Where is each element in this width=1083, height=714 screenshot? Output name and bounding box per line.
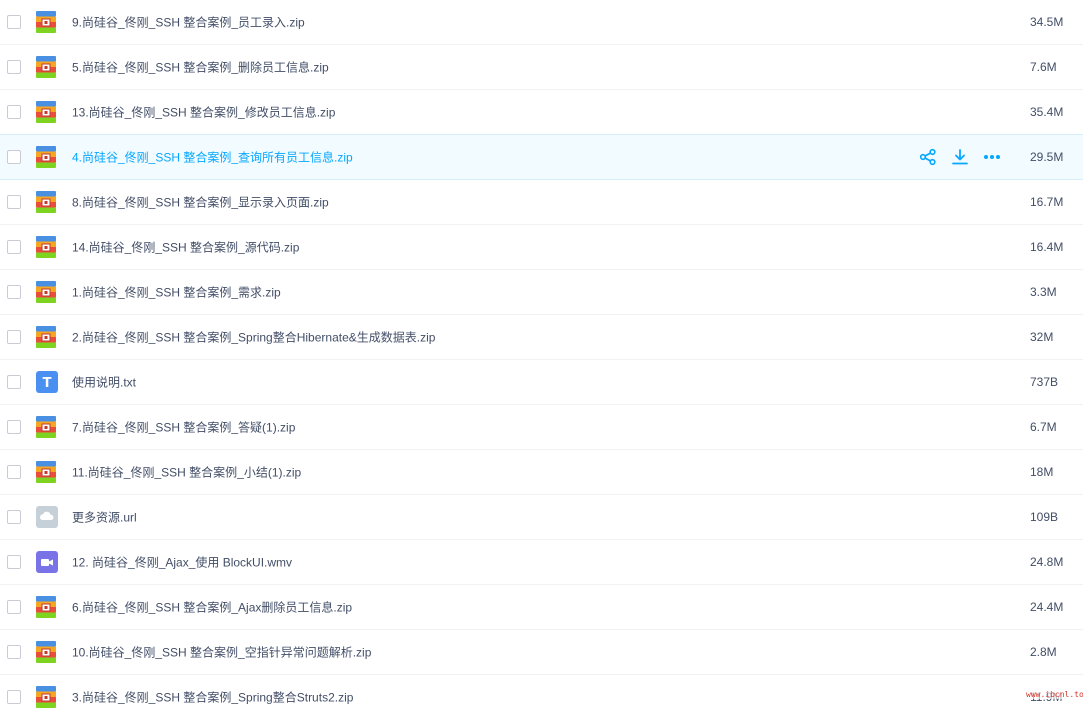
zip-file-icon	[36, 686, 56, 708]
file-size: 7.6M	[1030, 60, 1057, 74]
file-name[interactable]: 13.尚硅谷_佟刚_SSH 整合案例_修改员工信息.zip	[72, 104, 335, 121]
row-checkbox[interactable]	[7, 375, 21, 389]
share-icon[interactable]	[918, 147, 938, 167]
file-name[interactable]: 4.尚硅谷_佟刚_SSH 整合案例_查询所有员工信息.zip	[72, 149, 353, 166]
file-size: 737B	[1030, 375, 1059, 389]
file-name[interactable]: 3.尚硅谷_佟刚_SSH 整合案例_Spring整合Struts2.zip	[72, 689, 353, 706]
file-name[interactable]: 5.尚硅谷_佟刚_SSH 整合案例_删除员工信息.zip	[72, 59, 329, 76]
file-row[interactable]: 3.尚硅谷_佟刚_SSH 整合案例_Spring整合Struts2.zip11.…	[0, 675, 1083, 714]
file-row[interactable]: 14.尚硅谷_佟刚_SSH 整合案例_源代码.zip 16.4M	[0, 225, 1083, 270]
file-name[interactable]: 2.尚硅谷_佟刚_SSH 整合案例_Spring整合Hibernate&生成数据…	[72, 329, 435, 346]
file-row[interactable]: 4.尚硅谷_佟刚_SSH 整合案例_查询所有员工信息.zip 29.5M	[0, 134, 1083, 180]
file-row[interactable]: 9.尚硅谷_佟刚_SSH 整合案例_员工录入.zip 34.5M	[0, 0, 1083, 45]
row-checkbox[interactable]	[7, 240, 21, 254]
file-size: 32M	[1030, 330, 1054, 344]
file-name[interactable]: 使用说明.txt	[72, 374, 136, 391]
row-checkbox[interactable]	[7, 645, 21, 659]
file-name[interactable]: 12. 尚硅谷_佟刚_Ajax_使用 BlockUI.wmv	[72, 554, 292, 571]
file-size: 24.4M	[1030, 600, 1064, 614]
row-checkbox[interactable]	[7, 510, 21, 524]
file-row[interactable]: 13.尚硅谷_佟刚_SSH 整合案例_修改员工信息.zip 35.4M	[0, 90, 1083, 135]
download-icon[interactable]	[950, 147, 970, 167]
file-name[interactable]: 11.尚硅谷_佟刚_SSH 整合案例_小结(1).zip	[72, 464, 301, 481]
row-checkbox[interactable]	[7, 465, 21, 479]
zip-file-icon	[36, 461, 56, 483]
file-size: 35.4M	[1030, 105, 1064, 119]
file-name[interactable]: 10.尚硅谷_佟刚_SSH 整合案例_空指针异常问题解析.zip	[72, 644, 371, 661]
row-checkbox[interactable]	[7, 105, 21, 119]
zip-file-icon	[36, 146, 56, 168]
link-file-icon	[36, 506, 58, 528]
file-size: 6.7M	[1030, 420, 1057, 434]
zip-file-icon	[36, 641, 56, 663]
file-name[interactable]: 14.尚硅谷_佟刚_SSH 整合案例_源代码.zip	[72, 239, 299, 256]
more-icon[interactable]	[982, 147, 1002, 167]
row-checkbox[interactable]	[7, 555, 21, 569]
file-size: 34.5M	[1030, 15, 1064, 29]
file-size: 109B	[1030, 510, 1059, 524]
video-file-icon	[36, 551, 58, 573]
row-checkbox[interactable]	[7, 195, 21, 209]
file-row[interactable]: 5.尚硅谷_佟刚_SSH 整合案例_删除员工信息.zip 7.6M	[0, 45, 1083, 90]
row-actions	[918, 147, 1014, 167]
file-row[interactable]: 1.尚硅谷_佟刚_SSH 整合案例_需求.zip 3.3M	[0, 270, 1083, 315]
row-checkbox[interactable]	[7, 690, 21, 704]
svg-text:T: T	[43, 376, 52, 391]
watermark: www.ibcnl.top	[1026, 690, 1083, 699]
file-name[interactable]: 9.尚硅谷_佟刚_SSH 整合案例_员工录入.zip	[72, 14, 305, 31]
zip-file-icon	[36, 101, 56, 123]
zip-file-icon	[36, 416, 56, 438]
file-row[interactable]: 8.尚硅谷_佟刚_SSH 整合案例_显示录入页面.zip 16.7M	[0, 180, 1083, 225]
zip-file-icon	[36, 191, 56, 213]
zip-file-icon	[36, 596, 56, 618]
file-row[interactable]: 7.尚硅谷_佟刚_SSH 整合案例_答疑(1).zip 6.7M	[0, 405, 1083, 450]
zip-file-icon	[36, 236, 56, 258]
file-name[interactable]: 6.尚硅谷_佟刚_SSH 整合案例_Ajax删除员工信息.zip	[72, 599, 352, 616]
file-row[interactable]: 2.尚硅谷_佟刚_SSH 整合案例_Spring整合Hibernate&生成数据…	[0, 315, 1083, 360]
row-checkbox[interactable]	[7, 330, 21, 344]
row-checkbox[interactable]	[7, 600, 21, 614]
file-row[interactable]: 11.尚硅谷_佟刚_SSH 整合案例_小结(1).zip 18M	[0, 450, 1083, 495]
file-row[interactable]: 12. 尚硅谷_佟刚_Ajax_使用 BlockUI.wmv 24.8M	[0, 540, 1083, 585]
file-row[interactable]: T 使用说明.txt 737B	[0, 360, 1083, 405]
zip-file-icon	[36, 281, 56, 303]
file-size: 16.7M	[1030, 195, 1064, 209]
zip-file-icon	[36, 326, 56, 348]
file-size: 2.8M	[1030, 645, 1057, 659]
file-size: 3.3M	[1030, 285, 1057, 299]
file-size: 18M	[1030, 465, 1054, 479]
file-row[interactable]: 更多资源.url 109B	[0, 495, 1083, 540]
row-checkbox[interactable]	[7, 15, 21, 29]
file-name[interactable]: 更多资源.url	[72, 509, 137, 526]
file-size: 29.5M	[1030, 150, 1064, 164]
file-row[interactable]: 6.尚硅谷_佟刚_SSH 整合案例_Ajax删除员工信息.zip 24.4M	[0, 585, 1083, 630]
row-checkbox[interactable]	[7, 285, 21, 299]
file-name[interactable]: 1.尚硅谷_佟刚_SSH 整合案例_需求.zip	[72, 284, 281, 301]
file-size: 24.8M	[1030, 555, 1064, 569]
file-list: 9.尚硅谷_佟刚_SSH 整合案例_员工录入.zip 34.5M 5.尚硅谷_佟刚…	[0, 0, 1083, 714]
file-name[interactable]: 7.尚硅谷_佟刚_SSH 整合案例_答疑(1).zip	[72, 419, 295, 436]
file-name[interactable]: 8.尚硅谷_佟刚_SSH 整合案例_显示录入页面.zip	[72, 194, 329, 211]
text-file-icon: T	[36, 371, 58, 393]
file-size: 16.4M	[1030, 240, 1064, 254]
row-checkbox[interactable]	[7, 60, 21, 74]
file-row[interactable]: 10.尚硅谷_佟刚_SSH 整合案例_空指针异常问题解析.zip 2.8M	[0, 630, 1083, 675]
zip-file-icon	[36, 11, 56, 33]
row-checkbox[interactable]	[7, 150, 21, 164]
row-checkbox[interactable]	[7, 420, 21, 434]
zip-file-icon	[36, 56, 56, 78]
